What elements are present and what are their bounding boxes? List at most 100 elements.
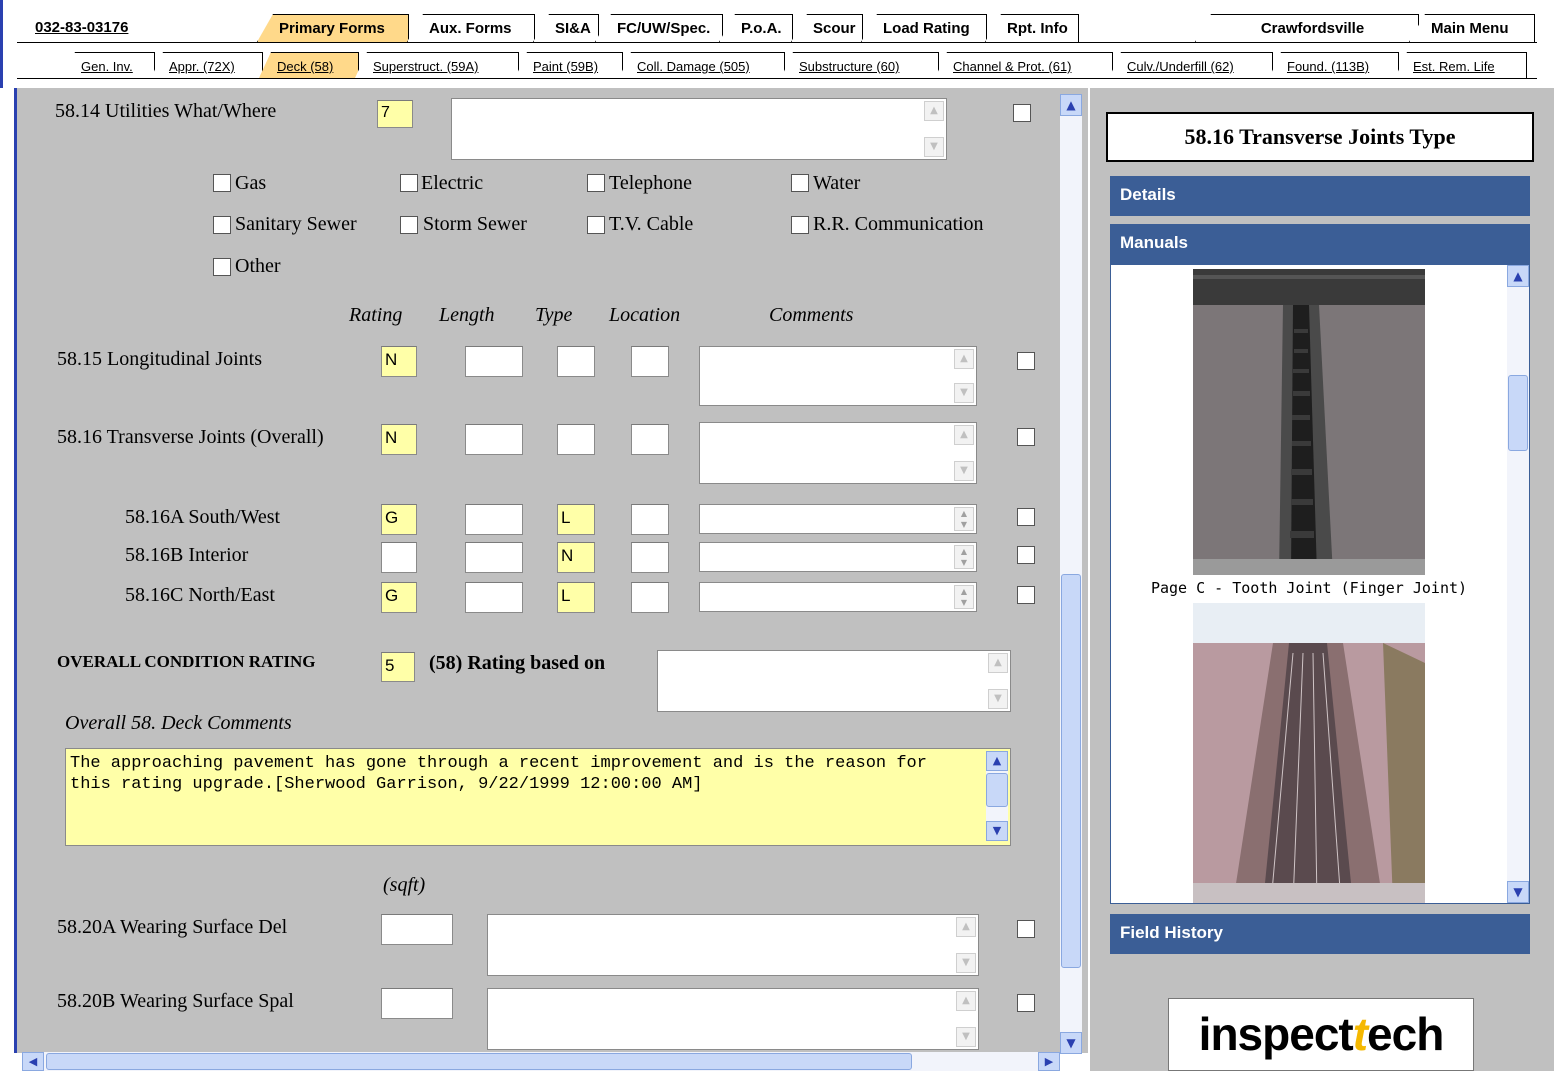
overall-condition-field[interactable]: 5 [381, 652, 415, 682]
transverse-rating-field[interactable]: N [381, 424, 417, 455]
joint-sw-type-field[interactable]: L [557, 504, 595, 535]
telephone-checkbox[interactable] [587, 174, 605, 192]
wearing-del-textarea[interactable]: ▲ ▼ [487, 914, 979, 976]
transverse-comments-textarea[interactable]: ▲ ▼ [699, 422, 977, 484]
joint-sw-length-field[interactable] [465, 504, 523, 535]
joint-interior-flag-checkbox[interactable] [1017, 546, 1035, 564]
joint-sw-comments-field[interactable]: ▲ ▼ [699, 504, 977, 534]
details-bar[interactable]: Details [1110, 176, 1530, 216]
joint-sw-location-field[interactable] [631, 504, 669, 535]
form-horizontal-scrollbar[interactable]: ◀ ▶ [22, 1052, 1060, 1071]
wearing-spal-flag-checkbox[interactable] [1017, 994, 1035, 1012]
scroll-up-icon[interactable]: ▲ [954, 349, 974, 369]
longitudinal-length-field[interactable] [465, 346, 523, 377]
tab-load-rating[interactable]: Load Rating [861, 14, 987, 42]
longitudinal-location-field[interactable] [631, 346, 669, 377]
wearing-del-flag-checkbox[interactable] [1017, 920, 1035, 938]
sanitary-sewer-checkbox[interactable] [213, 216, 231, 234]
comments-scrollbar[interactable]: ▲ ▼ [986, 751, 1008, 841]
tab-sia[interactable]: SI&A [533, 14, 599, 42]
joint-ne-comments-field[interactable]: ▲ ▼ [699, 582, 977, 612]
subtab-substructure[interactable]: Substructure (60) [781, 52, 939, 78]
scroll-up-icon[interactable]: ▲ [988, 653, 1008, 673]
wearing-spal-textarea[interactable]: ▲ ▼ [487, 988, 979, 1050]
tab-aux-forms[interactable]: Aux. Forms [407, 14, 535, 42]
textarea-scrollbar[interactable]: ▲ ▼ [988, 653, 1008, 709]
scroll-down-icon[interactable]: ▼ [1507, 881, 1529, 903]
spinner-icon[interactable]: ▲ ▼ [954, 507, 974, 531]
tab-poa[interactable]: P.o.A. [719, 14, 793, 42]
subtab-culv-underfill[interactable]: Culv./Underfill (62) [1109, 52, 1273, 78]
wearing-spal-field[interactable] [381, 988, 453, 1019]
subtab-paint[interactable]: Paint (59B) [515, 52, 623, 78]
utilities-textarea[interactable]: ▲ ▼ [451, 98, 947, 160]
tab-scour[interactable]: Scour [791, 14, 863, 42]
rr-communication-checkbox[interactable] [791, 216, 809, 234]
scroll-thumb[interactable] [1061, 574, 1081, 968]
storm-sewer-checkbox[interactable] [400, 216, 418, 234]
rating-based-on-textarea[interactable]: ▲ ▼ [657, 650, 1011, 712]
scroll-down-icon[interactable]: ▼ [954, 383, 974, 403]
textarea-scrollbar[interactable]: ▲ ▼ [954, 349, 974, 403]
scroll-down-icon[interactable]: ▼ [986, 821, 1008, 841]
manuals-scrollbar[interactable]: ▲ ▼ [1507, 265, 1529, 903]
tab-crawfordsville[interactable]: Crawfordsville [1195, 14, 1419, 42]
spinner-icon[interactable]: ▲ ▼ [954, 585, 974, 609]
tab-primary-forms[interactable]: Primary Forms [257, 14, 409, 42]
tab-rpt-info[interactable]: Rpt. Info [985, 14, 1079, 42]
spinner-icon[interactable]: ▲ ▼ [954, 545, 974, 569]
utilities-code-field[interactable]: 7 [377, 100, 413, 128]
scroll-up-icon[interactable]: ▲ [1507, 265, 1529, 287]
tv-cable-checkbox[interactable] [587, 216, 605, 234]
tab-main-menu[interactable]: Main Menu [1409, 14, 1535, 42]
subtab-channel-prot[interactable]: Channel & Prot. (61) [935, 52, 1113, 78]
water-checkbox[interactable] [791, 174, 809, 192]
subtab-found[interactable]: Found. (113B) [1269, 52, 1399, 78]
joint-ne-location-field[interactable] [631, 582, 669, 613]
other-checkbox[interactable] [213, 258, 231, 276]
tab-fc-uw-spec[interactable]: FC/UW/Spec. [595, 14, 723, 42]
textarea-scrollbar[interactable]: ▲ ▼ [956, 917, 976, 973]
textarea-scrollbar[interactable]: ▲ ▼ [924, 101, 944, 157]
scroll-down-icon[interactable]: ▼ [954, 461, 974, 481]
form-vertical-scrollbar[interactable]: ▲ ▼ [1060, 94, 1082, 1054]
joint-ne-rating-field[interactable]: G [381, 582, 417, 613]
scroll-up-icon[interactable]: ▲ [924, 101, 944, 121]
field-history-bar[interactable]: Field History [1110, 914, 1530, 954]
scroll-up-icon[interactable]: ▲ [954, 425, 974, 445]
scroll-left-icon[interactable]: ◀ [22, 1052, 44, 1071]
transverse-type-field[interactable] [557, 424, 595, 455]
transverse-flag-checkbox[interactable] [1017, 428, 1035, 446]
textarea-scrollbar[interactable]: ▲ ▼ [954, 425, 974, 481]
subtab-est-rem-life[interactable]: Est. Rem. Life [1395, 52, 1527, 78]
subtab-deck[interactable]: Deck (58) [259, 52, 359, 78]
deck-comments-textarea[interactable]: The approaching pavement has gone throug… [65, 748, 1011, 846]
scroll-down-icon[interactable]: ▼ [988, 689, 1008, 709]
manuals-bar[interactable]: Manuals [1110, 224, 1530, 264]
joint-interior-location-field[interactable] [631, 542, 669, 573]
joint-interior-type-field[interactable]: N [557, 542, 595, 573]
scroll-up-icon[interactable]: ▲ [956, 991, 976, 1011]
scroll-thumb[interactable] [46, 1053, 912, 1070]
subtab-superstruct[interactable]: Superstruct. (59A) [355, 52, 519, 78]
longitudinal-type-field[interactable] [557, 346, 595, 377]
joint-interior-length-field[interactable] [465, 542, 523, 573]
transverse-length-field[interactable] [465, 424, 523, 455]
bridge-id-link[interactable]: 032-83-03176 [35, 19, 128, 36]
wearing-del-field[interactable] [381, 914, 453, 945]
subtab-gen-inv[interactable]: Gen. Inv. [63, 52, 155, 78]
joint-ne-length-field[interactable] [465, 582, 523, 613]
joint-ne-flag-checkbox[interactable] [1017, 586, 1035, 604]
gas-checkbox[interactable] [213, 174, 231, 192]
utilities-flag-checkbox[interactable] [1013, 104, 1031, 122]
subtab-appr[interactable]: Appr. (72X) [151, 52, 263, 78]
scroll-up-icon[interactable]: ▲ [1060, 94, 1082, 116]
scroll-thumb[interactable] [986, 773, 1008, 807]
longitudinal-comments-textarea[interactable]: ▲ ▼ [699, 346, 977, 406]
scroll-up-icon[interactable]: ▲ [956, 917, 976, 937]
scroll-down-icon[interactable]: ▼ [924, 137, 944, 157]
scroll-right-icon[interactable]: ▶ [1038, 1052, 1060, 1071]
transverse-location-field[interactable] [631, 424, 669, 455]
scroll-thumb[interactable] [1508, 375, 1528, 451]
joint-interior-comments-field[interactable]: ▲ ▼ [699, 542, 977, 572]
